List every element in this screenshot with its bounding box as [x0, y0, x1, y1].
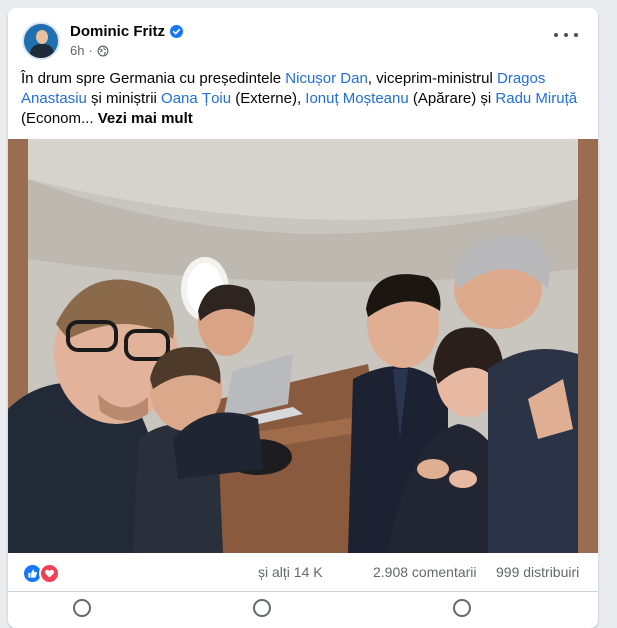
tagged-person-link[interactable]: Ionuț Moșteanu — [305, 90, 408, 107]
comment-action-icon[interactable] — [253, 599, 271, 617]
tagged-person-link[interactable]: Oana Țoiu — [161, 90, 231, 107]
more-dot — [554, 33, 558, 37]
post-caption: În drum spre Germania cu președintele Ni… — [21, 69, 583, 129]
caption-segment: (Econom... — [21, 110, 98, 127]
author-name[interactable]: Dominic Fritz — [70, 23, 165, 40]
heart-icon — [44, 569, 55, 578]
tagged-person-link[interactable]: Nicușor Dan — [285, 70, 368, 87]
avatar-body — [30, 44, 54, 58]
like-action-icon[interactable] — [73, 599, 91, 617]
reactions-count[interactable]: și alți 14 K — [258, 564, 323, 580]
love-reaction-icon — [39, 563, 60, 584]
author-avatar[interactable] — [22, 22, 60, 60]
more-dot — [564, 33, 568, 37]
tagged-person-link[interactable]: Radu Miruță — [495, 90, 577, 107]
caption-segment: și miniștrii — [86, 90, 162, 107]
comments-count[interactable]: 2.908 comentarii — [373, 564, 477, 580]
post-meta: 6h · — [70, 43, 109, 58]
caption-segment: , viceprim-ministrul — [367, 70, 498, 87]
reactions-summary[interactable] — [22, 563, 60, 584]
caption-segment: În drum spre Germania cu președintele — [21, 70, 286, 87]
thumbs-up-icon — [28, 569, 37, 578]
photo-illustration — [8, 139, 598, 553]
caption-segment: (Externe), — [231, 90, 306, 107]
more-dot — [574, 33, 578, 37]
share-action-icon[interactable] — [453, 599, 471, 617]
post-actions-bar — [8, 592, 598, 622]
post-time[interactable]: 6h — [70, 43, 84, 58]
caption-segment: (Apărare) și — [408, 90, 496, 107]
globe-icon[interactable] — [97, 45, 109, 57]
verified-badge-icon — [170, 25, 184, 38]
avatar-face — [36, 30, 48, 44]
meta-separator: · — [88, 43, 93, 58]
post-stats: și alți 14 K 2.908 comentarii 999 distri… — [8, 553, 598, 592]
post-photo[interactable] — [8, 139, 598, 553]
see-more-link[interactable]: Vezi mai mult — [98, 110, 193, 127]
author-row: Dominic Fritz — [70, 23, 184, 40]
more-options-icon[interactable] — [554, 30, 578, 40]
post-card: Dominic Fritz 6h · În drum spre Germania… — [8, 8, 598, 628]
shares-count[interactable]: 999 distribuiri — [496, 564, 579, 580]
